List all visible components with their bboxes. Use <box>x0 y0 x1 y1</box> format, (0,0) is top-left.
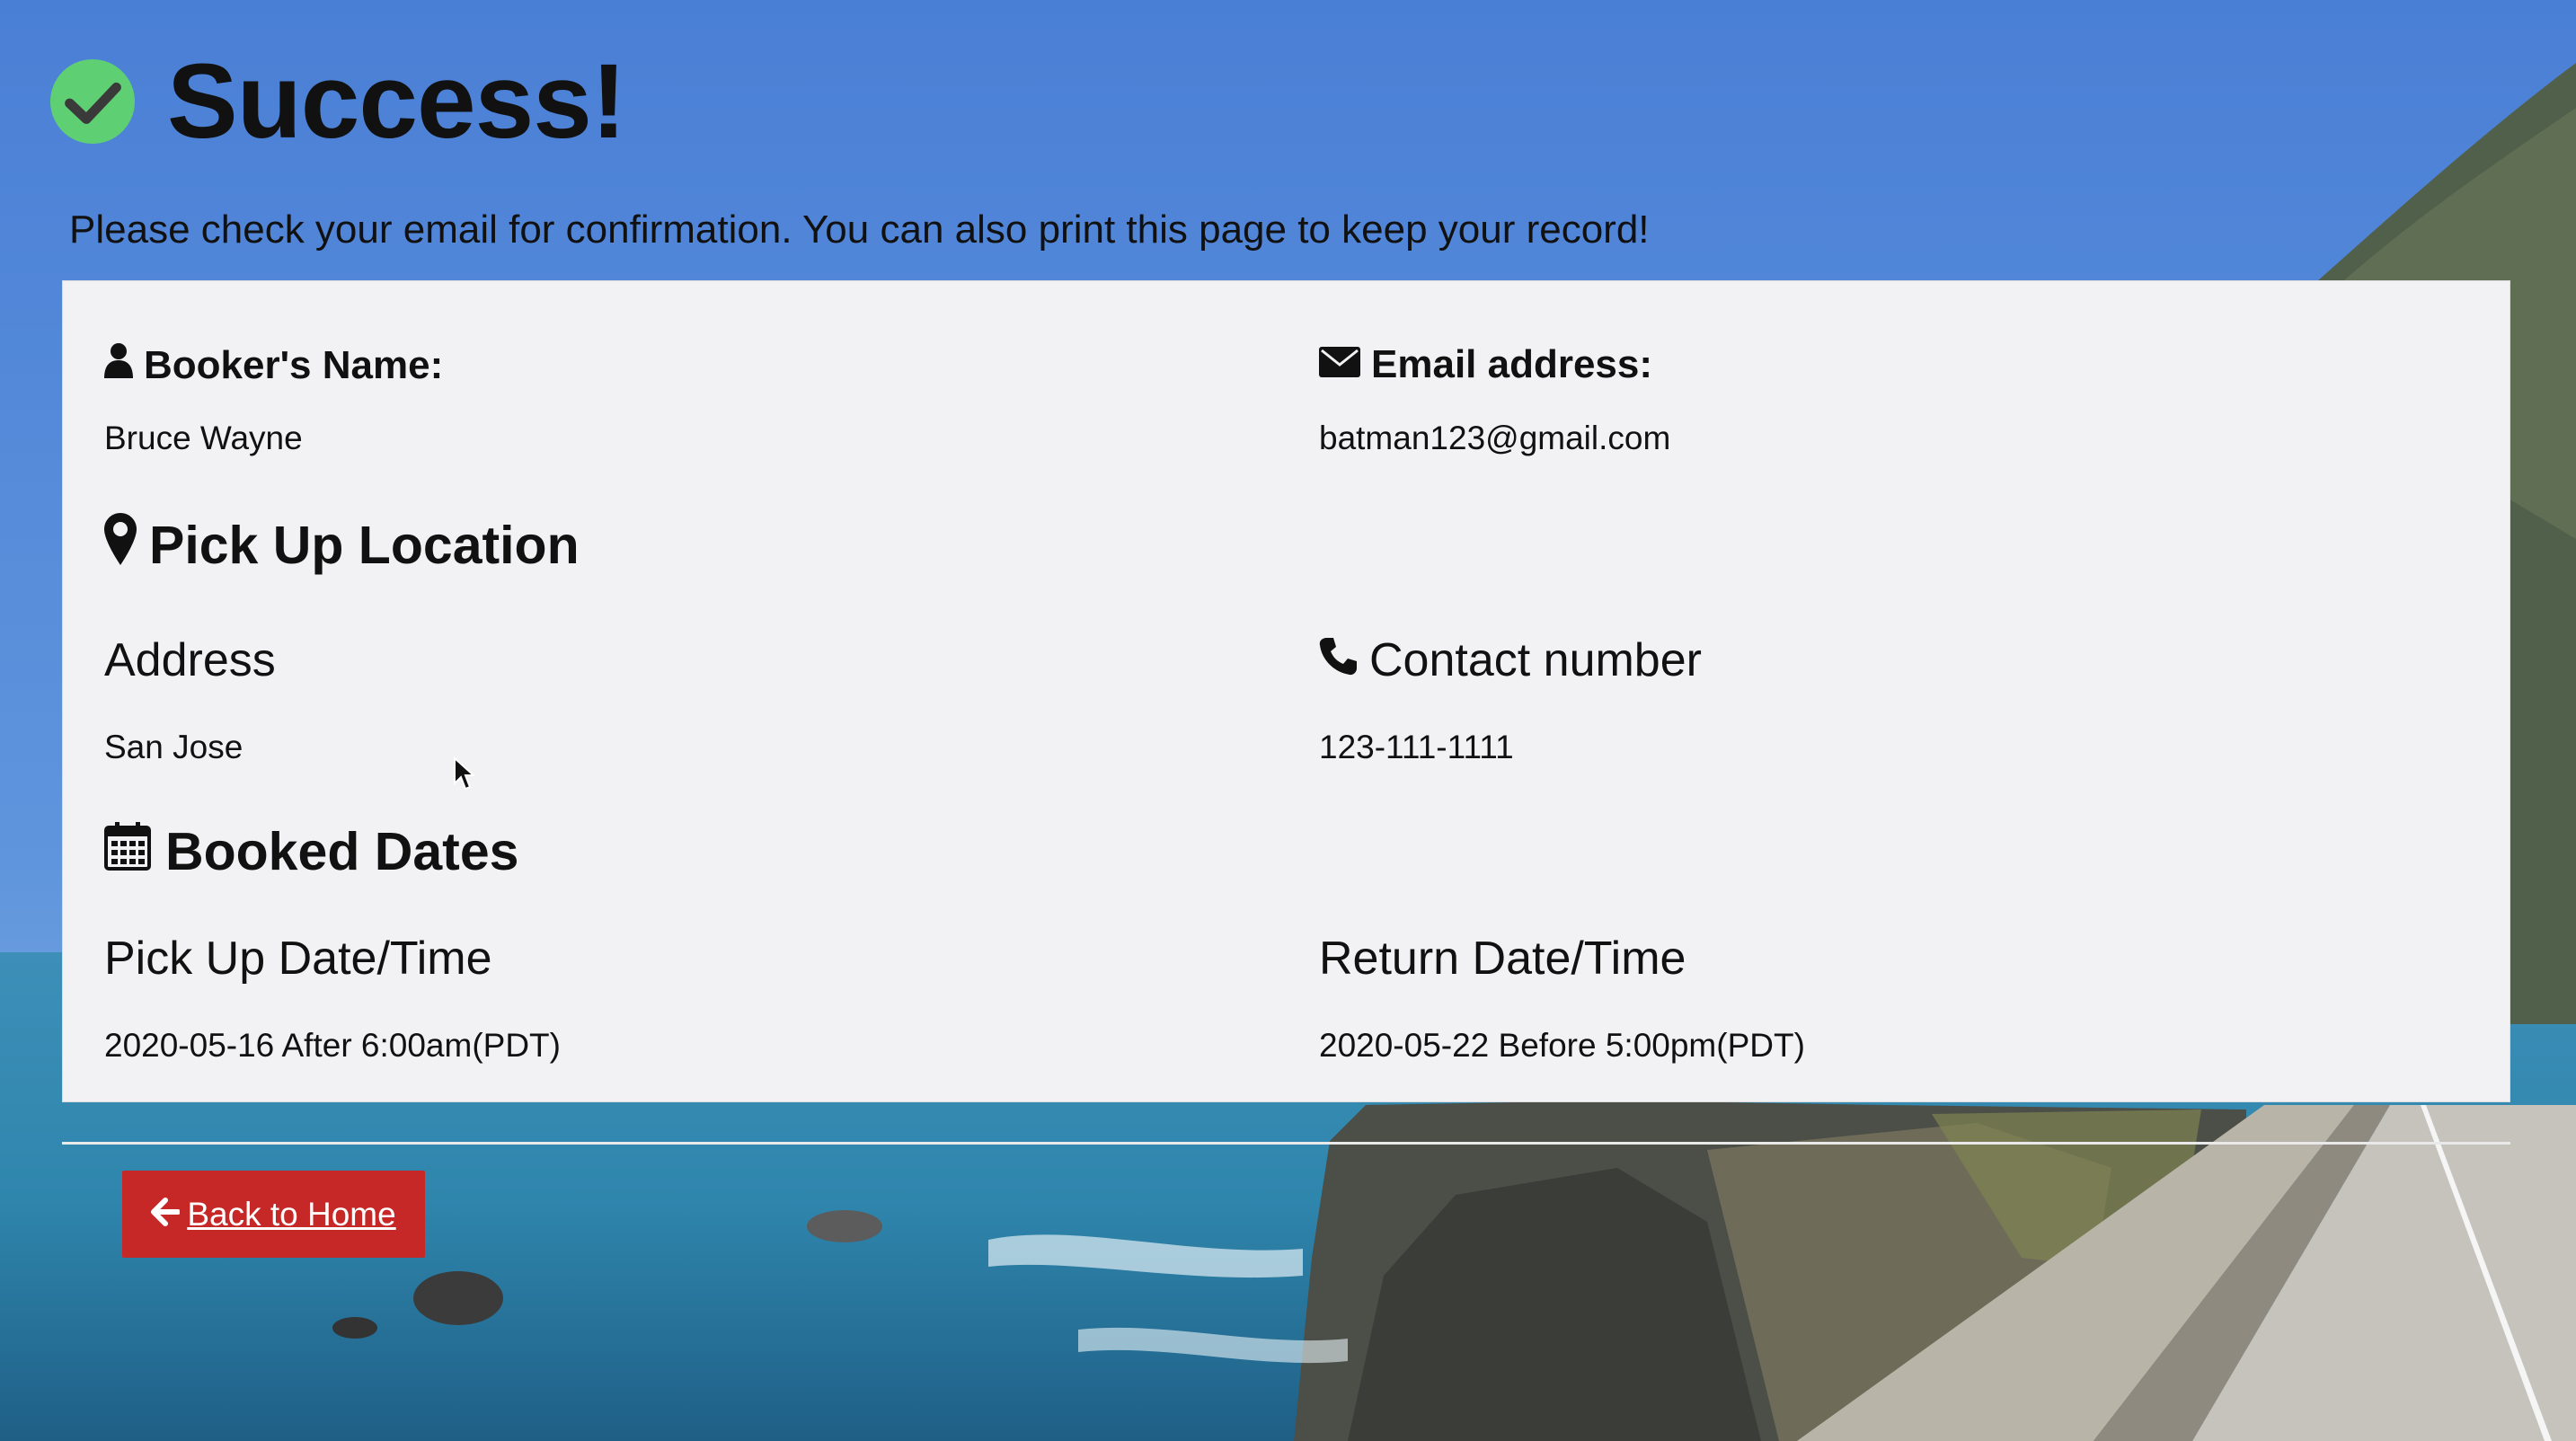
back-to-home-button[interactable]: Back to Home <box>122 1171 425 1258</box>
contact-number-value: 123-111-1111 <box>1319 729 1514 765</box>
return-datetime-value: 2020-05-22 Before 5:00pm(PDT) <box>1319 1027 1805 1064</box>
phone-icon <box>1319 633 1357 687</box>
map-marker-icon <box>104 513 137 578</box>
email-value: batman123@gmail.com <box>1319 420 1671 456</box>
address-value: San Jose <box>104 729 243 765</box>
envelope-icon <box>1319 342 1360 387</box>
success-header: Success! <box>49 42 626 161</box>
return-datetime-label: Return Date/Time <box>1319 933 1686 985</box>
confirmation-message: Please check your email for confirmation… <box>69 208 1650 252</box>
booking-details-card: Booker's Name: Bruce Wayne Email address… <box>62 280 2510 1102</box>
contact-number-label: Contact number <box>1319 633 1702 687</box>
mouse-cursor-icon <box>453 756 476 797</box>
pickup-datetime-value: 2020-05-16 After 6:00am(PDT) <box>104 1027 561 1064</box>
user-icon <box>104 342 133 388</box>
pickup-location-heading: Pick Up Location <box>104 513 580 578</box>
booked-dates-heading: Booked Dates <box>104 820 518 883</box>
divider <box>62 1142 2510 1145</box>
check-circle-icon <box>49 57 137 146</box>
booker-name-label: Booker's Name: <box>104 342 443 388</box>
address-label: Address <box>104 634 276 686</box>
arrow-left-icon <box>151 1198 181 1231</box>
calendar-icon <box>104 820 151 883</box>
page-title: Success! <box>167 42 626 161</box>
pickup-datetime-label: Pick Up Date/Time <box>104 933 492 985</box>
booker-name-value: Bruce Wayne <box>104 420 303 456</box>
email-label: Email address: <box>1319 342 1652 387</box>
